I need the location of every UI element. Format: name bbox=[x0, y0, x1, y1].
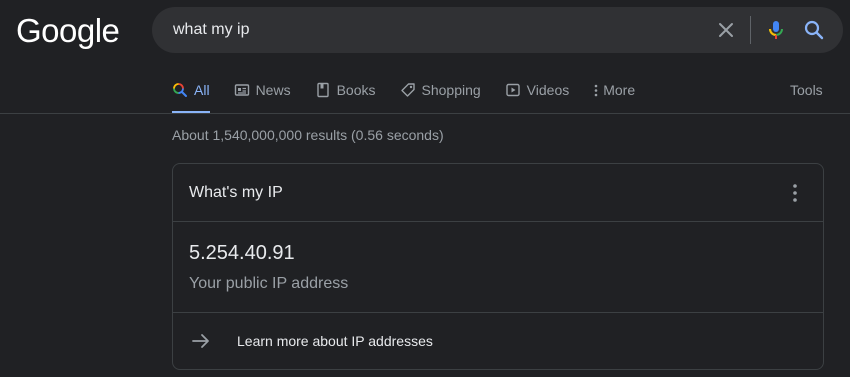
news-icon bbox=[234, 82, 250, 98]
search-divider bbox=[750, 16, 751, 44]
search-tabs: All News Books Shopping Videos More bbox=[172, 80, 659, 114]
play-icon bbox=[505, 82, 521, 98]
search-bar[interactable]: what my ip bbox=[152, 7, 843, 53]
tab-books[interactable]: Books bbox=[315, 80, 376, 114]
google-logo[interactable]: Google bbox=[16, 12, 120, 50]
tab-shopping[interactable]: Shopping bbox=[400, 80, 481, 114]
learn-more-label: Learn more about IP addresses bbox=[237, 333, 433, 349]
ip-card: What's my IP 5.254.40.91 Your public IP … bbox=[172, 163, 824, 370]
search-icon bbox=[172, 82, 188, 98]
tab-all[interactable]: All bbox=[172, 80, 210, 114]
card-title: What's my IP bbox=[189, 184, 283, 201]
clear-icon[interactable] bbox=[714, 18, 738, 42]
tag-icon bbox=[400, 82, 416, 98]
tab-label: Shopping bbox=[421, 82, 481, 98]
ip-address-value: 5.254.40.91 bbox=[189, 242, 295, 264]
result-stats: About 1,540,000,000 results (0.56 second… bbox=[172, 127, 444, 143]
search-input[interactable]: what my ip bbox=[173, 21, 249, 39]
arrow-right-icon bbox=[191, 331, 211, 351]
card-divider bbox=[173, 221, 823, 222]
kebab-icon bbox=[593, 82, 601, 98]
tabs-divider bbox=[0, 113, 850, 114]
book-icon bbox=[315, 82, 331, 98]
tab-news[interactable]: News bbox=[234, 80, 291, 114]
microphone-icon[interactable] bbox=[764, 18, 788, 42]
tab-label: Books bbox=[336, 82, 376, 98]
tab-label: Videos bbox=[526, 82, 570, 98]
search-icon[interactable] bbox=[802, 18, 826, 42]
learn-more-link[interactable]: Learn more about IP addresses bbox=[173, 313, 823, 369]
tab-videos[interactable]: Videos bbox=[505, 80, 570, 114]
more-options-icon[interactable] bbox=[787, 182, 803, 204]
tab-label: More bbox=[603, 82, 636, 98]
tab-more[interactable]: More bbox=[593, 80, 635, 114]
tools-button[interactable]: Tools bbox=[790, 82, 823, 98]
tab-label: News bbox=[255, 82, 291, 98]
ip-caption: Your public IP address bbox=[189, 275, 349, 292]
tab-label: All bbox=[194, 82, 210, 98]
